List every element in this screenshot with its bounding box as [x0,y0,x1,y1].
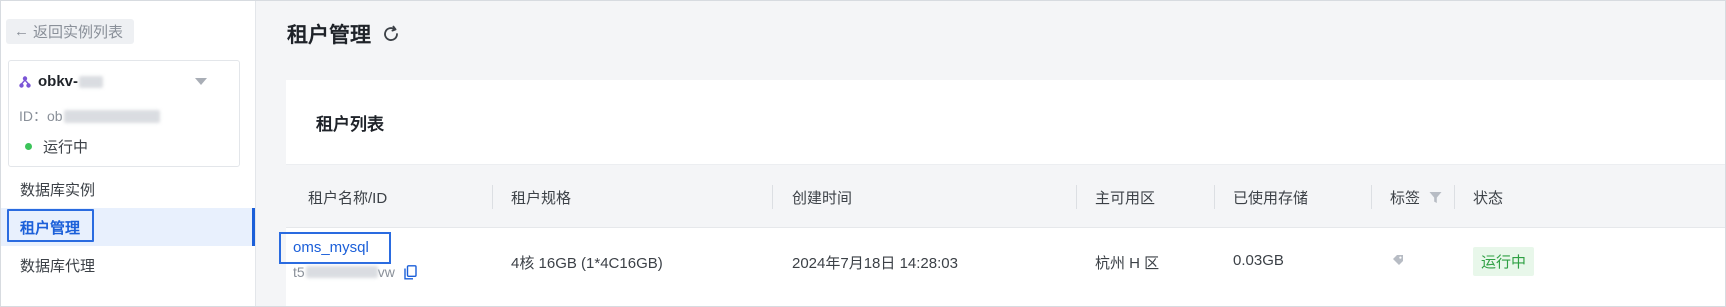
refresh-icon[interactable] [381,24,401,44]
page-title-text: 租户管理 [287,24,371,47]
column-header-tags-label: 标签 [1390,189,1421,207]
instance-status: 运行中 [19,136,88,157]
instance-name: obkv- [19,73,104,90]
tenant-created-time: 2024年7月18日 14:28:03 [792,255,958,272]
column-divider [1371,185,1372,209]
sidebar-item-label: 租户管理 [20,219,81,237]
sidebar-item-label: 数据库代理 [20,257,96,275]
tag-icon[interactable] [1392,253,1404,270]
column-header-tenant: 租户名称/ID [308,189,388,207]
sidebar-item-db-proxy[interactable]: 数据库代理 [0,246,255,284]
instance-id-prefix: ob [47,108,63,124]
table-header: 租户名称/ID 租户规格 创建时间 主可用区 已使用存储 标签 状态 [286,164,1726,228]
status-badge: 运行中 [1473,247,1535,276]
arrow-left-icon: ← [14,23,29,40]
column-header-status: 状态 [1473,189,1504,207]
tenant-list-panel: 租户列表 租户名称/ID 租户规格 创建时间 主可用区 已使用存储 标签 状态 … [279,80,1726,307]
column-header-zone: 主可用区 [1095,189,1156,207]
tenant-id-suffix: vw [377,264,395,280]
tenant-name-link[interactable]: oms_mysql [293,239,369,256]
filter-icon[interactable] [1429,191,1442,204]
column-header-tags: 标签 [1390,165,1442,229]
status-badge-text: 运行中 [1473,247,1535,276]
redacted-instance-name [79,75,104,88]
instance-id: ID： ob [19,106,160,126]
sidebar-item-tenant-management[interactable]: 租户管理 [0,208,255,246]
redacted-instance-id [63,109,160,123]
column-divider [1076,185,1077,209]
tenant-id-prefix: t5 [293,264,305,280]
column-divider [492,185,493,209]
redacted-tenant-id [305,266,378,278]
back-to-instance-list-button[interactable]: ← 返回实例列表 [6,19,134,44]
column-header-created: 创建时间 [792,189,853,207]
page-title: 租户管理 [287,19,401,49]
column-header-storage: 已使用存储 [1233,189,1309,207]
copy-icon[interactable] [404,264,417,280]
tenant-storage: 0.03GB [1233,252,1284,269]
column-divider [1454,185,1455,209]
cluster-icon [19,75,31,88]
instance-name-text: obkv- [38,73,79,90]
sidebar: ← 返回实例列表 obkv- ID： ob 运行中 数据库实例 租户管理 数据库… [0,0,256,307]
instance-id-label: ID： [19,108,47,124]
back-button-label: 返回实例列表 [33,24,124,41]
table-row: oms_mysql t5 vw 4核 16GB (1*4C16GB) 2024年… [279,228,1726,307]
instance-card: obkv- ID： ob 运行中 [8,60,240,167]
column-divider [1214,185,1215,209]
tenant-zone: 杭州 H 区 [1095,255,1160,272]
panel-title: 租户列表 [316,115,384,134]
status-dot-icon [25,143,32,150]
tenant-spec: 4核 16GB (1*4C16GB) [511,255,663,272]
instance-status-text: 运行中 [43,139,89,156]
sidebar-item-label: 数据库实例 [20,181,96,199]
column-divider [772,185,773,209]
tenant-id: t5 vw [293,264,417,280]
sidebar-item-db-instances[interactable]: 数据库实例 [0,170,255,208]
column-header-spec: 租户规格 [511,189,572,207]
chevron-down-icon[interactable] [195,78,207,85]
